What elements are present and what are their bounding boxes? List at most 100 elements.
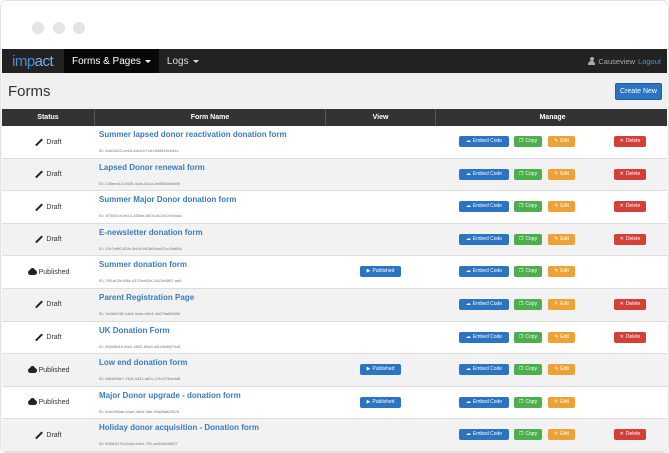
form-name-link[interactable]: Lapsed Donor renewal form [99,163,205,172]
edit-button[interactable]: ✎ Edit [548,396,575,408]
status-label: Draft [46,138,62,146]
delete-button[interactable]: ✕ Delete [614,168,646,180]
embed-code-button[interactable]: ☁ Embed Code [459,266,509,278]
status-cell: Draft [2,419,95,451]
embed-code-button[interactable]: ☁ Embed Code [459,429,509,441]
close-icon: ✕ [619,203,624,210]
embed-code-button[interactable]: ☁ Embed Code [459,201,509,213]
button-label: Copy [525,333,538,340]
embed-code-button[interactable]: ☁ Embed Code [459,168,509,180]
embed-code-button[interactable]: ☁ Embed Code [459,364,509,376]
logout-link[interactable]: Logout [638,57,661,66]
brand-logo-part: imp [12,52,35,70]
pencil-icon [35,431,44,440]
delete-button[interactable]: ✕ Delete [614,298,646,310]
user-name: Causeview [598,56,636,66]
nav-forms-pages[interactable]: Forms & Pages [64,49,159,73]
delete-button[interactable]: ✕ Delete [614,429,646,441]
delete-button[interactable]: ✕ Delete [614,136,646,147]
create-new-button[interactable]: Create New [615,83,662,100]
edit-button[interactable]: ✎ Edit [548,233,575,245]
form-name-link[interactable]: Holiday donor acquisition - Donation for… [99,423,259,432]
edit-button[interactable]: ✎ Edit [548,298,575,310]
button-label: Edit [560,431,569,438]
button-label: Embed Code [472,203,503,210]
status-cell: Draft [2,289,95,321]
edit-button[interactable]: ✎ Edit [548,429,575,441]
status-cell: Draft [2,224,95,256]
form-name-link[interactable]: Summer Major Donor donation form [99,195,236,204]
button-label: Delete [625,138,641,144]
button-label: Edit [560,398,569,405]
embed-code-button[interactable]: ☁ Embed Code [459,233,509,245]
button-label: Published [372,398,395,405]
copy-icon: ❐ [518,170,524,177]
published-view-button[interactable]: ▶ Published [360,266,401,278]
copy-icon: ❐ [518,300,524,307]
top-navbar: imp act Forms & Pages Logs Causeview Logo… [2,49,667,73]
edit-icon: ✎ [554,366,559,373]
button-label: Published [372,366,395,373]
code-icon: ☁ [465,431,471,438]
form-name-link[interactable]: UK Donation Form [99,326,170,335]
copy-icon: ❐ [518,235,524,242]
embed-code-button[interactable]: ☁ Embed Code [459,298,509,310]
published-view-button[interactable]: ▶ Published [360,396,401,408]
delete-button[interactable]: ✕ Delete [614,233,646,245]
form-name-link[interactable]: E-newsletter donation form [99,228,203,237]
copy-button[interactable]: ❐ Copy [514,298,542,310]
copy-icon: ❐ [518,366,524,373]
copy-button[interactable]: ❐ Copy [514,396,542,408]
edit-button[interactable]: ✎ Edit [548,364,575,376]
edit-icon: ✎ [554,170,559,177]
embed-code-button[interactable]: ☁ Embed Code [459,331,509,343]
published-view-button[interactable]: ▶ Published [360,364,401,376]
brand-logo[interactable]: imp act [2,49,64,73]
form-name-link[interactable]: Summer lapsed donor reactivation donatio… [99,130,287,139]
button-label: Delete [625,170,641,177]
status-label: Draft [46,236,62,244]
edit-button[interactable]: ✎ Edit [548,331,575,343]
embed-code-button[interactable]: ☁ Embed Code [459,136,509,147]
button-label: Copy [525,170,538,177]
copy-icon: ❐ [518,268,524,275]
status-cell: Published [2,256,95,288]
form-name-link[interactable]: Low end donation form [99,358,187,367]
button-label: Edit [560,268,569,275]
button-label: Embed Code [472,431,503,438]
delete-button[interactable]: ✕ Delete [614,331,646,343]
form-name-link[interactable]: Summer donation form [99,260,187,269]
column-header-form-name: Form Name [95,109,326,126]
status-label: Published [38,268,70,276]
form-name-link[interactable]: Major Donor upgrade - donation form [99,391,241,400]
code-icon: ☁ [465,235,471,242]
play-icon: ▶ [366,268,371,275]
copy-button[interactable]: ❐ Copy [514,331,542,343]
button-label: Embed Code [472,138,503,144]
delete-button[interactable]: ✕ Delete [614,201,646,213]
brand-logo-part: act [34,52,54,70]
status-cell: Published [2,387,95,419]
copy-button[interactable]: ❐ Copy [514,266,542,278]
edit-button[interactable]: ✎ Edit [548,136,575,147]
status-cell: Draft [2,322,95,354]
edit-button[interactable]: ✎ Edit [548,266,575,278]
copy-button[interactable]: ❐ Copy [514,168,542,180]
form-id: ID: 2e0b5048-1de3-4c6a-b0e4-3d676a5f2b5e [99,310,181,316]
status-cell: Published [2,354,95,386]
edit-button[interactable]: ✎ Edit [548,201,575,213]
pencil-icon [35,300,44,309]
copy-button[interactable]: ❐ Copy [514,201,542,213]
status-cell: Draft [2,126,95,158]
nav-logs[interactable]: Logs [159,49,207,73]
form-name-link[interactable]: Parent Registration Page [99,293,194,302]
copy-button[interactable]: ❐ Copy [514,233,542,245]
copy-button[interactable]: ❐ Copy [514,364,542,376]
button-label: Edit [560,366,569,373]
browser-window: imp act Forms & Pages Logs Causeview Logo… [0,0,669,453]
embed-code-button[interactable]: ☁ Embed Code [459,396,509,408]
copy-button[interactable]: ❐ Copy [514,429,542,441]
edit-button[interactable]: ✎ Edit [548,168,575,180]
copy-button[interactable]: ❐ Copy [514,136,542,147]
edit-icon: ✎ [554,431,559,438]
